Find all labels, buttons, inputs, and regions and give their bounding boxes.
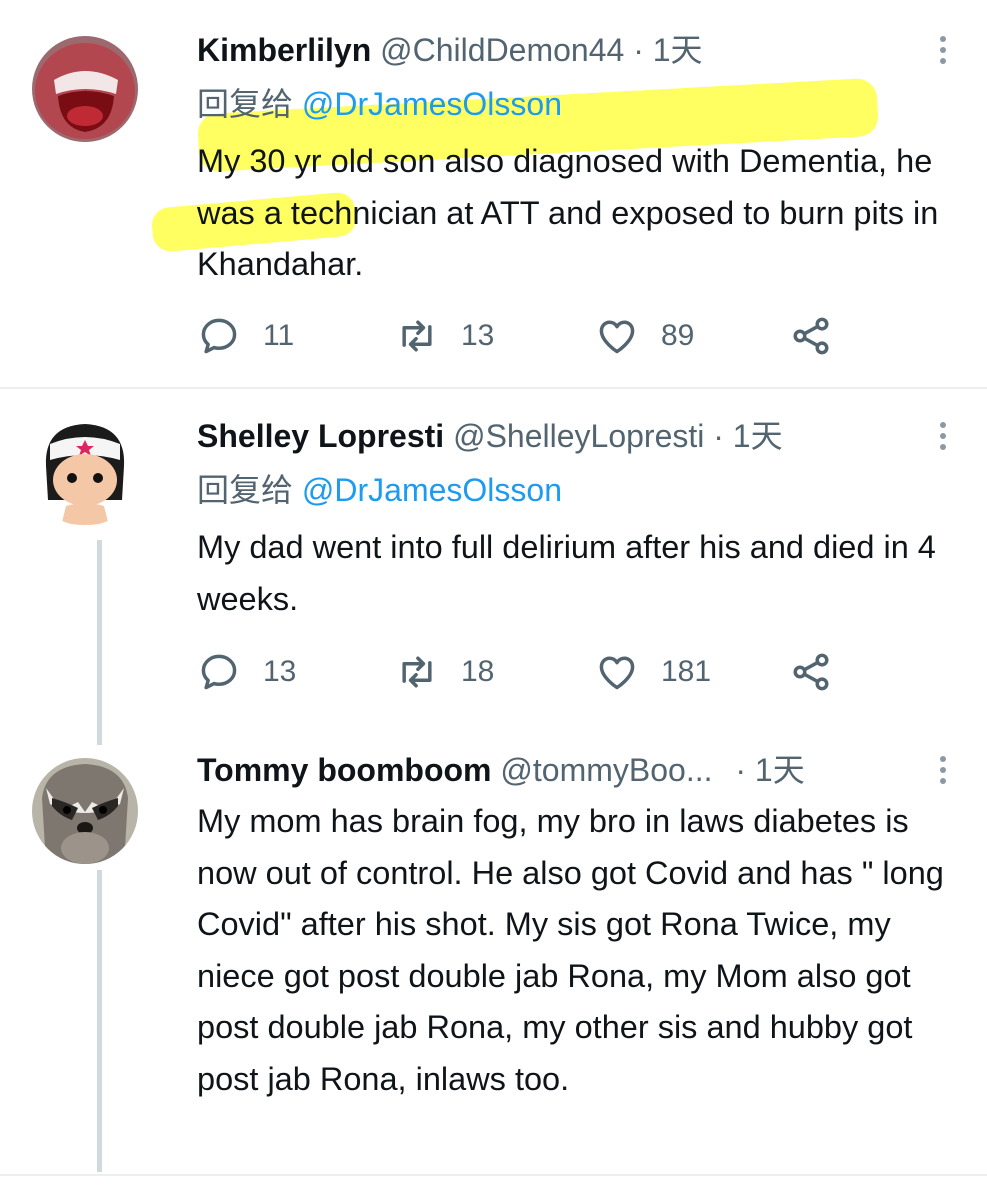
display-name[interactable]: Shelley Lopresti: [197, 418, 444, 454]
tweet-header: Kimberlilyn @ChildDemon44 · 1天: [197, 30, 907, 70]
display-name[interactable]: Tommy boomboom: [197, 752, 492, 788]
avatar[interactable]: [32, 758, 138, 864]
separator: ·: [633, 32, 644, 68]
thread-line: [97, 870, 102, 1172]
heart-icon: [599, 320, 635, 354]
more-options-icon[interactable]: [937, 422, 949, 455]
reply-context: 回复给 @DrJamesOlsson: [197, 470, 562, 510]
tweet-header: Tommy boomboom @tommyBoo... · 1天: [197, 750, 907, 790]
divider: [0, 387, 987, 389]
tweet-header: Shelley Lopresti @ShelleyLopresti · 1天: [197, 416, 907, 456]
reply-button[interactable]: 13: [197, 650, 296, 694]
reply-icon: [201, 654, 237, 690]
timestamp[interactable]: 1天: [733, 418, 783, 454]
retweet-count: 13: [461, 319, 495, 352]
like-count: 181: [661, 655, 712, 688]
avatar[interactable]: [32, 420, 138, 526]
retweet-button[interactable]: 18: [395, 650, 494, 694]
more-options-icon[interactable]: [937, 756, 949, 789]
tweet-actions: 13 18 181: [197, 650, 857, 694]
reply-icon: [201, 318, 237, 354]
reply-count: 13: [263, 655, 297, 688]
share-icon: [793, 653, 829, 691]
tweet-text: My dad went into full delirium after his…: [197, 529, 936, 617]
reply-prefix: 回复给: [197, 472, 294, 508]
like-button[interactable]: 89: [595, 314, 694, 358]
heart-icon: [599, 656, 635, 690]
avatar[interactable]: [32, 36, 138, 142]
thread-line: [97, 540, 102, 745]
timestamp[interactable]: 1天: [755, 752, 805, 788]
share-button[interactable]: [789, 650, 855, 694]
tweet-text: My 30 yr old son also diagnosed with Dem…: [197, 143, 939, 282]
share-icon: [793, 317, 829, 355]
tweet-text: My mom has brain fog, my bro in laws dia…: [197, 803, 944, 1097]
more-options-icon[interactable]: [937, 36, 949, 69]
divider: [0, 1174, 987, 1176]
reply-prefix: 回复给: [197, 86, 294, 122]
tweet-actions: 11 13 89: [197, 314, 857, 358]
reply-mention[interactable]: @DrJamesOlsson: [302, 86, 562, 122]
user-handle[interactable]: @ChildDemon44: [380, 32, 624, 68]
display-name[interactable]: Kimberlilyn: [197, 32, 371, 68]
separator: ·: [735, 752, 747, 788]
retweet-button[interactable]: 13: [395, 314, 494, 358]
like-button[interactable]: 181: [595, 650, 711, 694]
retweet-icon: [402, 320, 432, 352]
reply-mention[interactable]: @DrJamesOlsson: [302, 472, 562, 508]
separator: ·: [713, 418, 724, 454]
reply-context: 回复给 @DrJamesOlsson: [197, 84, 562, 124]
share-button[interactable]: [789, 314, 855, 358]
like-count: 89: [661, 319, 695, 352]
reply-count: 11: [263, 319, 295, 352]
user-handle[interactable]: @tommyBoo...: [500, 752, 712, 788]
reply-button[interactable]: 11: [197, 314, 294, 358]
timestamp[interactable]: 1天: [653, 32, 703, 68]
user-handle[interactable]: @ShelleyLopresti: [453, 418, 704, 454]
retweet-count: 18: [461, 655, 495, 688]
retweet-icon: [402, 656, 432, 688]
